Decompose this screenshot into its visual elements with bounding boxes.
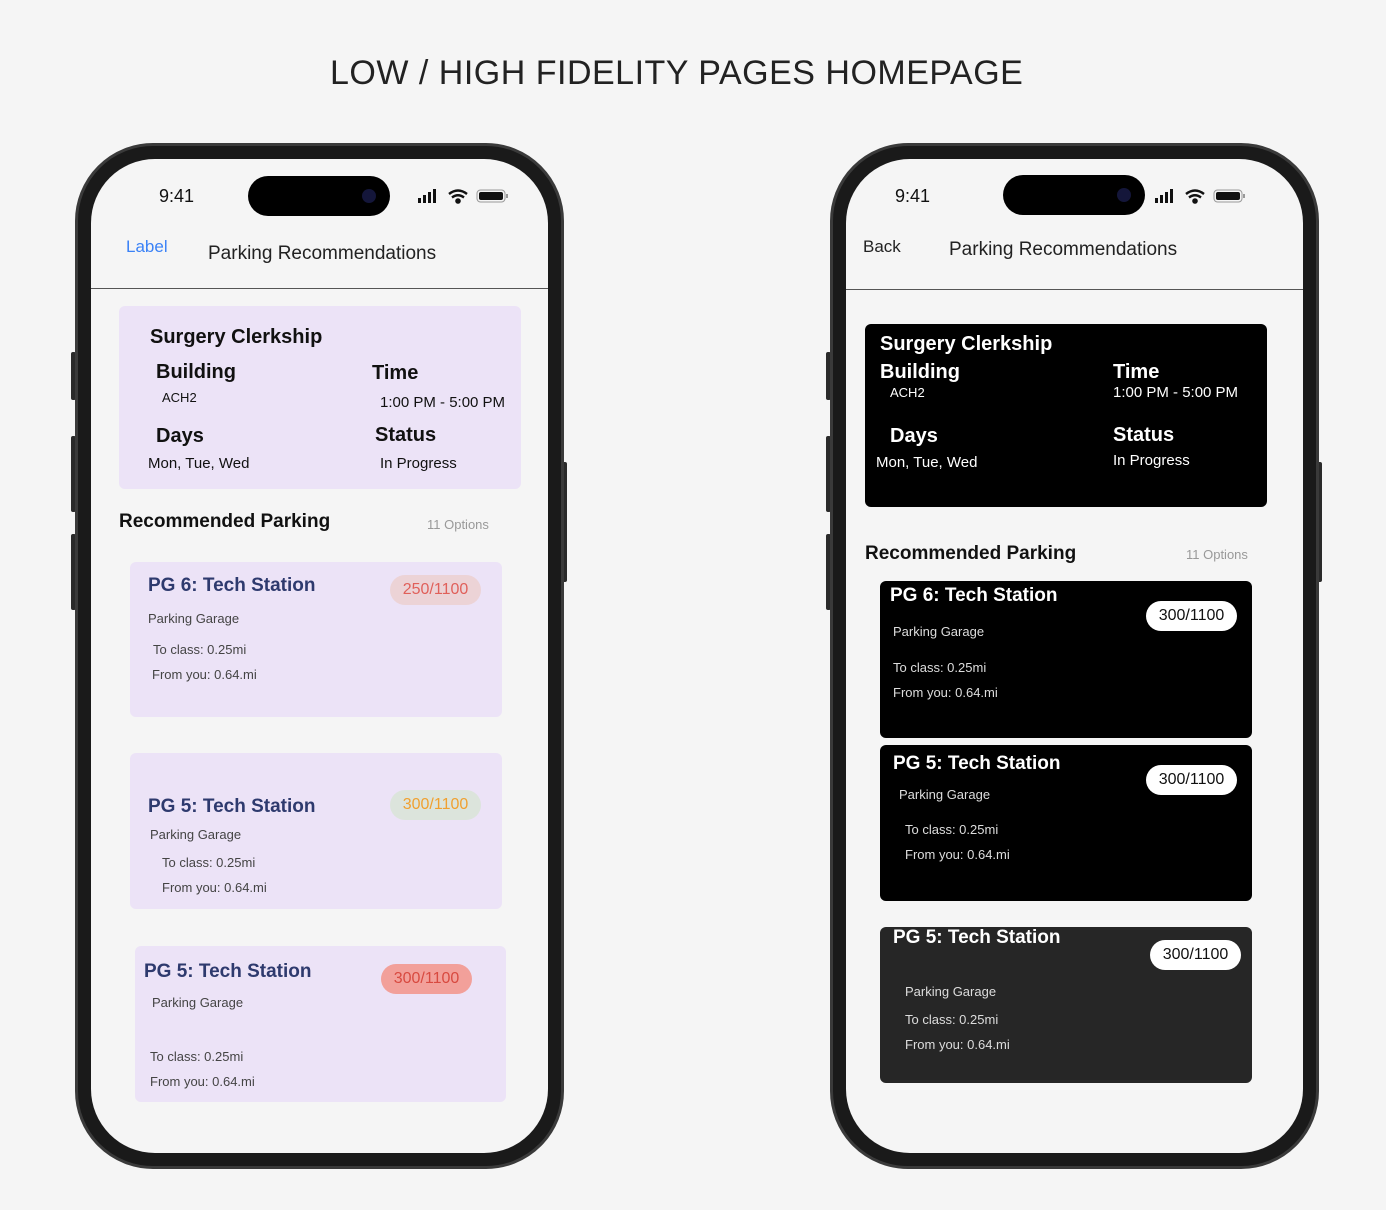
status-icons <box>1155 189 1245 204</box>
days-value: Mon, Tue, Wed <box>876 454 978 471</box>
wifi-icon <box>448 189 468 204</box>
dynamic-island <box>248 176 390 216</box>
section-title: Recommended Parking <box>865 543 1077 564</box>
status-time: 9:41 <box>159 186 195 206</box>
course-name: Surgery Clerkship <box>880 333 1053 355</box>
wifi-icon <box>1185 189 1205 204</box>
distance-from-you: From you: 0.64.mi <box>893 685 998 700</box>
days-value: Mon, Tue, Wed <box>148 455 250 472</box>
parking-name: PG 5: Tech Station <box>893 753 1061 774</box>
nav-title: Parking Recommendations <box>949 239 1178 260</box>
building-value: ACH2 <box>890 385 925 400</box>
distance-from-you: From you: 0.64.mi <box>150 1074 255 1089</box>
camera-icon <box>362 189 376 203</box>
capacity-badge: 300/1100 <box>1146 765 1237 795</box>
battery-icon <box>476 189 508 203</box>
capacity-badge: 300/1100 <box>390 790 481 820</box>
course-name: Surgery Clerkship <box>150 326 323 348</box>
back-button[interactable]: Back <box>863 237 901 257</box>
capacity-badge: 300/1100 <box>1150 940 1241 970</box>
status-label: Status <box>1113 424 1175 446</box>
distance-to-class: To class: 0.25mi <box>905 822 999 837</box>
days-label: Days <box>890 425 938 447</box>
status-icons <box>418 189 508 204</box>
nav-divider <box>91 288 548 289</box>
parking-type: Parking Garage <box>905 984 997 999</box>
battery-icon <box>1213 189 1245 203</box>
nav-label-button[interactable]: Label <box>126 237 168 257</box>
parking-type: Parking Garage <box>150 827 242 842</box>
distance-from-you: From you: 0.64.mi <box>162 880 267 895</box>
time-label: Time <box>372 362 419 384</box>
section-title: Recommended Parking <box>119 511 331 532</box>
distance-to-class: To class: 0.25mi <box>150 1049 244 1064</box>
building-label: Building <box>880 361 960 383</box>
distance-from-you: From you: 0.64.mi <box>905 847 1010 862</box>
status-label: Status <box>375 424 437 446</box>
time-label: Time <box>1113 361 1160 383</box>
nav-title: Parking Recommendations <box>208 243 437 264</box>
signal-icon <box>418 189 436 203</box>
dynamic-island <box>1003 175 1145 215</box>
building-label: Building <box>156 361 236 383</box>
parking-name: PG 5: Tech Station <box>893 927 1061 948</box>
status-value: In Progress <box>1113 452 1190 469</box>
capacity-badge: 300/1100 <box>381 964 472 994</box>
signal-icon <box>1155 189 1173 203</box>
distance-to-class: To class: 0.25mi <box>153 642 247 657</box>
parking-name: PG 5: Tech Station <box>148 796 316 817</box>
page-title: LOW / HIGH FIDELITY PAGES HOMEPAGE <box>330 54 1024 92</box>
distance-from-you: From you: 0.64.mi <box>152 667 257 682</box>
parking-type: Parking Garage <box>893 624 985 639</box>
options-count: 11 Options <box>427 517 489 532</box>
parking-name: PG 6: Tech Station <box>890 585 1058 606</box>
capacity-badge: 250/1100 <box>390 575 481 605</box>
parking-type: Parking Garage <box>148 611 240 626</box>
days-label: Days <box>156 425 204 447</box>
parking-name: PG 6: Tech Station <box>148 575 316 596</box>
time-value: 1:00 PM - 5:00 PM <box>1113 384 1239 401</box>
distance-to-class: To class: 0.25mi <box>893 660 987 675</box>
parking-type: Parking Garage <box>152 995 244 1010</box>
options-count: 11 Options <box>1186 547 1248 562</box>
status-value: In Progress <box>380 455 457 472</box>
time-value: 1:00 PM - 5:00 PM <box>380 394 506 411</box>
capacity-badge: 300/1100 <box>1146 601 1237 631</box>
camera-icon <box>1117 188 1131 202</box>
distance-from-you: From you: 0.64.mi <box>905 1037 1010 1052</box>
building-value: ACH2 <box>162 390 197 405</box>
parking-type: Parking Garage <box>899 787 991 802</box>
nav-divider <box>846 289 1303 290</box>
parking-name: PG 5: Tech Station <box>144 961 312 982</box>
distance-to-class: To class: 0.25mi <box>905 1012 999 1027</box>
distance-to-class: To class: 0.25mi <box>162 855 256 870</box>
status-time: 9:41 <box>895 186 931 206</box>
